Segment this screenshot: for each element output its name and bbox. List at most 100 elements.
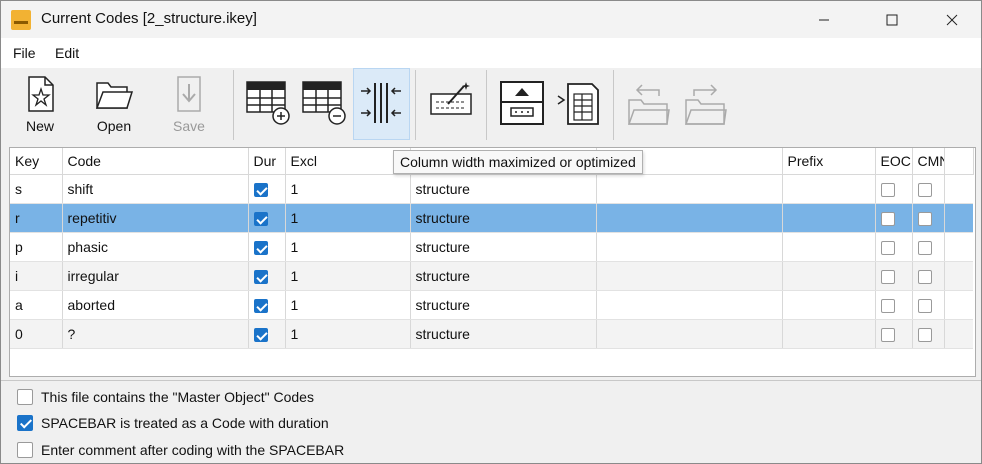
blank-cell[interactable] (596, 232, 783, 262)
code-cell[interactable]: aborted (62, 290, 249, 320)
minimize-button[interactable] (801, 1, 847, 38)
eoc-cell[interactable] (875, 203, 913, 233)
new-button[interactable]: New (5, 68, 75, 140)
device-button[interactable] (494, 68, 550, 140)
dur-cell[interactable] (248, 174, 286, 204)
dur-checkbox[interactable] (253, 241, 268, 256)
table-row[interactable]: p phasic 1 structure (10, 232, 973, 262)
prefix-cell[interactable] (782, 174, 876, 204)
dur-checkbox[interactable] (253, 299, 268, 314)
filler-cell[interactable] (944, 232, 973, 262)
key-cell[interactable]: a (10, 290, 63, 320)
eoc-cell[interactable] (875, 290, 913, 320)
eoc-checkbox[interactable] (880, 270, 895, 285)
table-row[interactable]: a aborted 1 structure (10, 290, 973, 320)
dur-cell[interactable] (248, 203, 286, 233)
remove-column-button[interactable] (297, 68, 351, 140)
filler-cell[interactable] (944, 174, 973, 204)
filler-cell[interactable] (944, 261, 973, 291)
class-cell[interactable]: structure (410, 290, 597, 320)
spacebar-duration-checkbox[interactable] (17, 415, 33, 431)
filler-cell[interactable] (944, 319, 973, 349)
prefix-cell[interactable] (782, 319, 876, 349)
header-excl[interactable]: Excl (285, 148, 411, 175)
header-dur[interactable]: Dur (248, 148, 286, 175)
key-cell[interactable]: s (10, 174, 63, 204)
redo-button[interactable] (678, 68, 732, 140)
master-object-checkbox[interactable] (17, 389, 33, 405)
eoc-checkbox[interactable] (880, 212, 895, 227)
eoc-checkbox[interactable] (880, 328, 895, 343)
dur-checkbox[interactable] (253, 183, 268, 198)
cmn-checkbox[interactable] (917, 241, 932, 256)
excl-cell[interactable]: 1 (285, 174, 411, 204)
excl-cell[interactable]: 1 (285, 261, 411, 291)
cmn-cell[interactable] (912, 319, 945, 349)
dur-cell[interactable] (248, 290, 286, 320)
excl-cell[interactable]: 1 (285, 203, 411, 233)
open-button[interactable]: Open (79, 68, 149, 140)
filler-cell[interactable] (944, 290, 973, 320)
cmn-cell[interactable] (912, 261, 945, 291)
table-row[interactable]: 0? 1 structure (10, 319, 973, 349)
prefix-cell[interactable] (782, 203, 876, 233)
save-button[interactable]: Save (154, 68, 224, 140)
menu-edit[interactable]: Edit (55, 45, 79, 61)
menu-file[interactable]: File (13, 45, 36, 61)
comment-after-option[interactable]: Enter comment after coding with the SPAC… (17, 442, 344, 458)
close-button[interactable] (929, 1, 975, 38)
excl-cell[interactable]: 1 (285, 290, 411, 320)
cmn-checkbox[interactable] (917, 328, 932, 343)
code-cell[interactable]: ? (62, 319, 249, 349)
blank-cell[interactable] (596, 261, 783, 291)
cmn-cell[interactable] (912, 174, 945, 204)
excl-cell[interactable]: 1 (285, 319, 411, 349)
header-key[interactable]: Key (10, 148, 63, 175)
column-width-button[interactable] (353, 68, 410, 140)
table-row[interactable]: s shift 1 structure (10, 174, 973, 204)
eoc-checkbox[interactable] (880, 299, 895, 314)
blank-cell[interactable] (596, 319, 783, 349)
blank-cell[interactable] (596, 290, 783, 320)
master-object-option[interactable]: This file contains the "Master Object" C… (17, 389, 314, 405)
code-cell[interactable]: shift (62, 174, 249, 204)
add-column-button[interactable] (241, 68, 295, 140)
dur-cell[interactable] (248, 319, 286, 349)
table-row[interactable]: r repetitiv 1 structure (10, 203, 973, 233)
cmn-checkbox[interactable] (917, 299, 932, 314)
header-cmn[interactable]: CMN (912, 148, 945, 175)
prefix-cell[interactable] (782, 232, 876, 262)
key-cell[interactable]: p (10, 232, 63, 262)
class-cell[interactable]: structure (410, 203, 597, 233)
excl-cell[interactable]: 1 (285, 232, 411, 262)
cmn-checkbox[interactable] (917, 183, 932, 198)
dur-checkbox[interactable] (253, 212, 268, 227)
header-prefix[interactable]: Prefix (782, 148, 876, 175)
class-cell[interactable]: structure (410, 261, 597, 291)
comment-after-checkbox[interactable] (17, 442, 33, 458)
code-cell[interactable]: irregular (62, 261, 249, 291)
code-cell[interactable]: repetitiv (62, 203, 249, 233)
key-cell[interactable]: 0 (10, 319, 63, 349)
class-cell[interactable]: structure (410, 232, 597, 262)
cmn-cell[interactable] (912, 203, 945, 233)
maximize-button[interactable] (869, 1, 915, 38)
blank-cell[interactable] (596, 203, 783, 233)
spacebar-duration-option[interactable]: SPACEBAR is treated as a Code with durat… (17, 415, 329, 431)
eoc-cell[interactable] (875, 174, 913, 204)
dur-cell[interactable] (248, 261, 286, 291)
cmn-checkbox[interactable] (917, 270, 932, 285)
cmn-cell[interactable] (912, 232, 945, 262)
class-cell[interactable]: structure (410, 319, 597, 349)
undo-button[interactable] (621, 68, 675, 140)
dur-cell[interactable] (248, 232, 286, 262)
key-cell[interactable]: r (10, 203, 63, 233)
class-cell[interactable]: structure (410, 174, 597, 204)
key-cell[interactable]: i (10, 261, 63, 291)
list-button[interactable] (551, 68, 607, 140)
cmn-cell[interactable] (912, 290, 945, 320)
prefix-cell[interactable] (782, 290, 876, 320)
eoc-checkbox[interactable] (880, 183, 895, 198)
code-cell[interactable]: phasic (62, 232, 249, 262)
eoc-cell[interactable] (875, 319, 913, 349)
